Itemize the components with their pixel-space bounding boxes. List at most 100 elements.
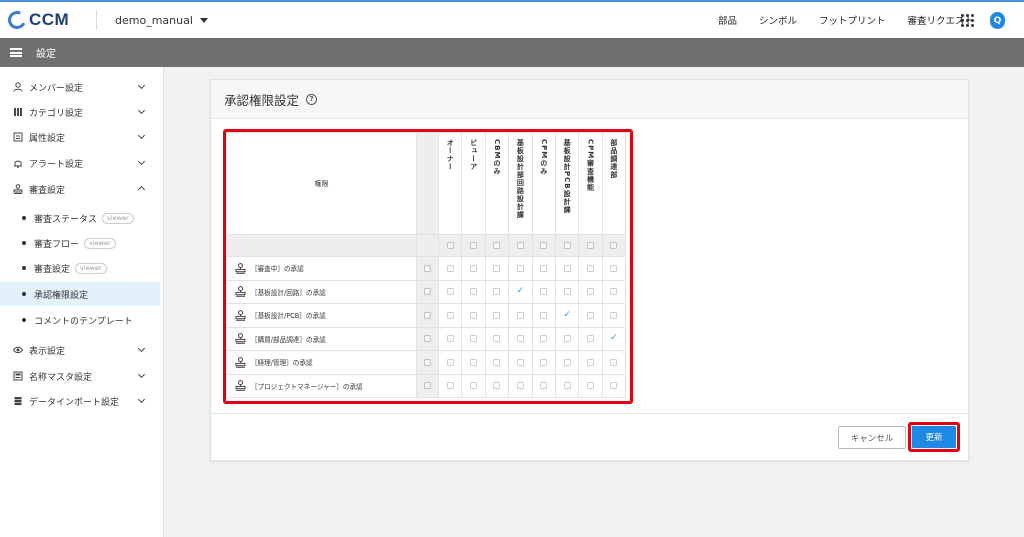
permission-checkbox[interactable] [563,264,571,272]
permission-checkbox[interactable] [563,335,571,343]
select-all-checkbox[interactable] [540,242,548,249]
permission-checkbox[interactable] [493,264,501,272]
permission-checkbox[interactable] [610,382,618,390]
column-label: CPMのみ [539,139,548,176]
permission-checkbox[interactable] [516,358,524,366]
row-select-checkbox[interactable] [424,358,431,366]
permission-cell: ✓ [601,326,627,351]
sidebar-subitem-review-settings[interactable]: 審査設定 viewer [0,256,160,280]
sidebar-item-members[interactable]: メンバー設定 [0,75,160,99]
permission-cell [531,303,556,328]
permission-checkbox[interactable] [587,264,595,272]
permission-checkbox[interactable] [446,335,454,343]
permission-checkbox[interactable] [493,311,501,319]
permission-cell [461,350,486,375]
update-button[interactable]: 更新 [912,426,956,448]
sidebar-subitem-comment-templates[interactable]: コメントのテンプレート [0,308,160,332]
permission-checkbox[interactable] [446,311,454,319]
permission-checkbox[interactable] [470,264,478,272]
sidebar-item-category[interactable]: カテゴリ設定 [0,100,160,124]
nav-parts[interactable]: 部品 [718,13,737,27]
select-all-checkbox[interactable] [587,242,595,249]
project-selector[interactable]: demo_manual [115,14,208,27]
permission-checkbox[interactable] [493,288,501,296]
permission-checkbox[interactable] [610,358,618,366]
menu-icon[interactable] [10,48,22,57]
permission-checkbox[interactable] [587,311,595,319]
row-select-checkbox[interactable] [424,311,431,319]
permission-checkbox[interactable] [540,264,548,272]
sidebar-subitem-review-flow[interactable]: 審査フロー viewer [0,231,160,255]
permission-checkbox[interactable] [470,335,478,343]
select-all-checkbox[interactable] [516,242,524,249]
row-select-cell [416,350,439,375]
sidebar-item-alerts[interactable]: アラート設定 [0,151,160,175]
user-avatar[interactable]: Q [990,12,1005,29]
sidebar-item-display[interactable]: 表示設定 [0,338,160,362]
permission-checkbox[interactable] [610,264,618,272]
permission-checkbox[interactable] [587,358,595,366]
row-select-checkbox[interactable] [424,382,431,390]
permission-checkbox[interactable] [516,264,524,272]
permission-checkbox[interactable] [540,335,548,343]
permission-checkbox[interactable] [470,382,478,390]
select-all-checkbox[interactable] [563,242,571,249]
permission-checkbox[interactable] [540,358,548,366]
select-all-checkbox[interactable] [610,242,618,249]
row-label-text: ［経理/管理］の承認 [251,359,313,368]
sidebar-subitem-review-status[interactable]: 審査ステータス viewer [0,206,160,230]
permission-checkbox[interactable] [493,335,501,343]
nav-symbol[interactable]: シンボル [759,13,797,27]
permission-checkbox[interactable] [493,382,501,390]
select-all-checkbox[interactable] [446,242,454,249]
sidebar-item-label: アラート設定 [29,159,84,170]
row-label-text: ［購買/部品調達］の承認 [251,335,326,344]
permission-checkbox[interactable] [540,288,548,296]
app-logo[interactable]: CCM [5,8,88,32]
cancel-button[interactable]: キャンセル [838,426,906,449]
permission-checkbox[interactable] [516,382,524,390]
permission-checkbox[interactable] [540,382,548,390]
checkmark-icon[interactable]: ✓ [562,310,572,320]
permission-cell [484,279,510,304]
permission-checkbox[interactable] [470,311,478,319]
select-all-checkbox[interactable] [470,242,478,249]
permission-checkbox[interactable] [587,288,595,296]
permission-checkbox[interactable] [446,288,454,296]
sidebar-item-label: メンバー設定 [29,83,84,94]
nav-footprint[interactable]: フットプリント [819,13,886,27]
sidebar-item-data-import[interactable]: データインポート設定 [0,389,160,413]
permission-checkbox[interactable] [470,288,478,296]
select-all-checkbox[interactable] [493,242,501,249]
permission-cell [437,256,463,281]
permission-checkbox[interactable] [587,335,595,343]
permission-checkbox[interactable] [587,382,595,390]
sidebar-item-name-master[interactable]: 名称マスタ設定 [0,364,160,388]
permission-checkbox[interactable] [540,311,548,319]
apps-grid-icon[interactable] [961,14,974,27]
sidebar-subitem-approval-permissions[interactable]: 承認権限設定 [0,282,160,306]
permission-checkbox[interactable] [563,288,571,296]
help-icon[interactable]: ? [306,93,318,105]
permission-checkbox[interactable] [610,311,618,319]
checkmark-icon[interactable]: ✓ [515,287,525,296]
permission-checkbox[interactable] [563,382,571,390]
row-select-checkbox[interactable] [424,335,431,343]
permission-checkbox[interactable] [446,358,454,366]
permission-checkbox[interactable] [446,382,454,390]
permission-cell [484,303,510,328]
permission-checkbox[interactable] [610,288,618,296]
sidebar-item-review[interactable]: 審査設定 [0,177,160,201]
row-select-checkbox[interactable] [424,264,431,272]
viewer-badge: viewer [75,262,107,274]
permission-cell [437,373,463,398]
permission-checkbox[interactable] [446,264,454,272]
sidebar-item-attributes[interactable]: 属性設定 [0,125,160,149]
checkmark-icon[interactable]: ✓ [609,334,619,343]
row-select-checkbox[interactable] [424,288,431,296]
permission-checkbox[interactable] [563,358,571,366]
permission-checkbox[interactable] [470,358,478,366]
permission-checkbox[interactable] [516,335,524,343]
permission-checkbox[interactable] [493,358,501,366]
permission-checkbox[interactable] [516,311,524,319]
